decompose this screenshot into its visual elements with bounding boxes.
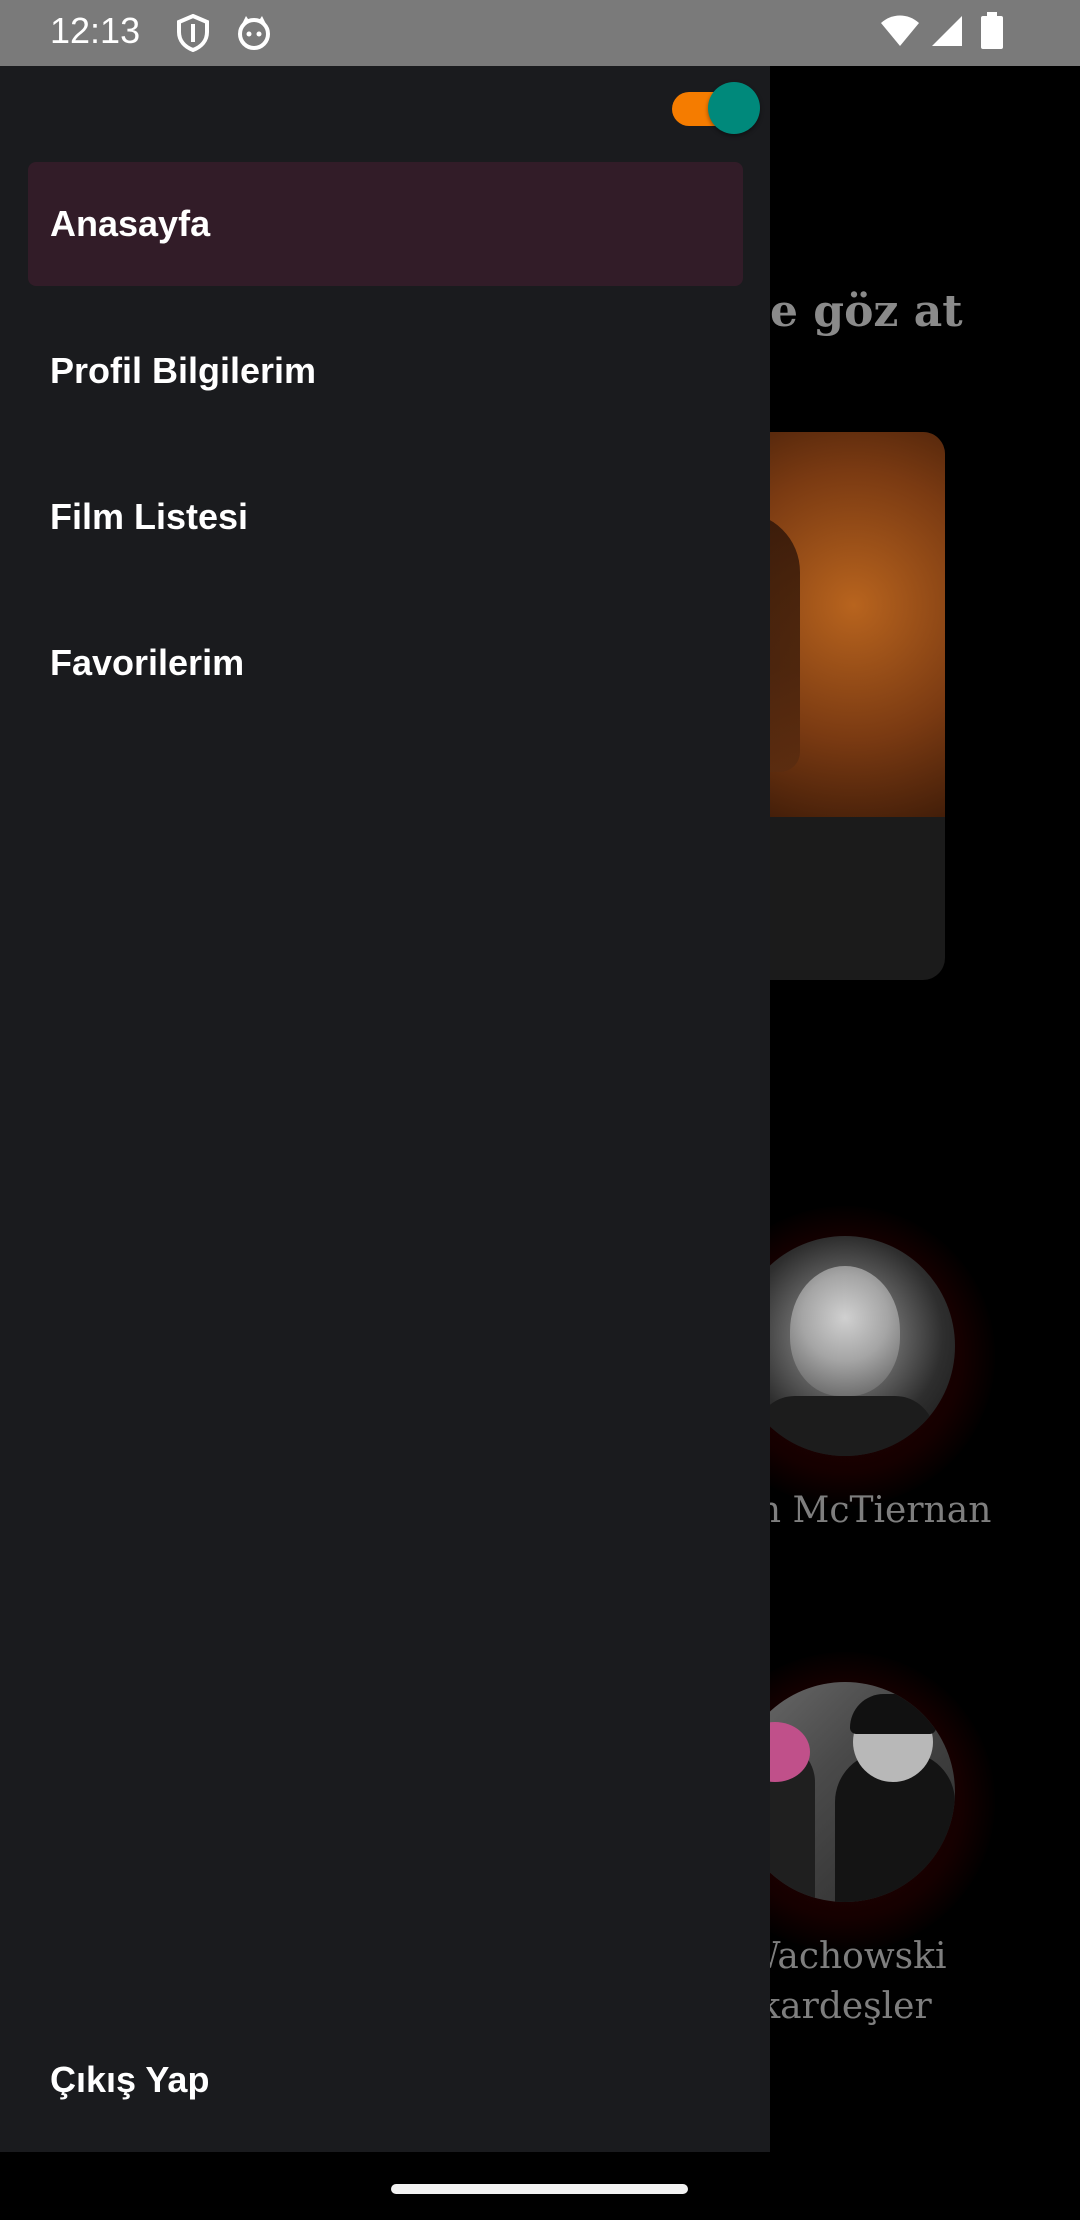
status-bar: 12:13 <box>0 0 1080 66</box>
drawer-item-favorilerim[interactable]: Favorilerim <box>28 601 743 725</box>
cat-icon <box>236 14 272 55</box>
drawer-item-film-listesi[interactable]: Film Listesi <box>28 455 743 579</box>
shield-icon <box>176 13 210 57</box>
drawer-item-label: Anasayfa <box>50 203 211 244</box>
home-gesture-handle[interactable] <box>391 2184 688 2194</box>
wifi-icon <box>880 14 920 53</box>
app-screen: 12:13 ze göz at John McTiernan Wachowski… <box>0 0 1080 2220</box>
signal-icon <box>930 14 964 53</box>
battery-icon <box>980 12 1004 55</box>
drawer-item-label: Film Listesi <box>50 496 249 537</box>
logout-label: Çıkış Yap <box>50 2059 210 2100</box>
navigation-drawer: Anasayfa Profil Bilgilerim Film Listesi … <box>0 66 770 2152</box>
drawer-item-profil-bilgilerim[interactable]: Profil Bilgilerim <box>28 309 743 433</box>
logout-button[interactable]: Çıkış Yap <box>28 2018 743 2142</box>
system-navigation-bar <box>0 2152 1080 2220</box>
section-heading: ze göz at <box>745 286 963 337</box>
drawer-item-anasayfa[interactable]: Anasayfa <box>28 162 743 286</box>
drawer-item-label: Profil Bilgilerim <box>50 350 317 391</box>
theme-toggle-switch[interactable] <box>672 82 762 134</box>
drawer-item-label: Favorilerim <box>50 642 245 683</box>
toggle-thumb <box>708 82 760 134</box>
status-time: 12:13 <box>50 10 141 51</box>
